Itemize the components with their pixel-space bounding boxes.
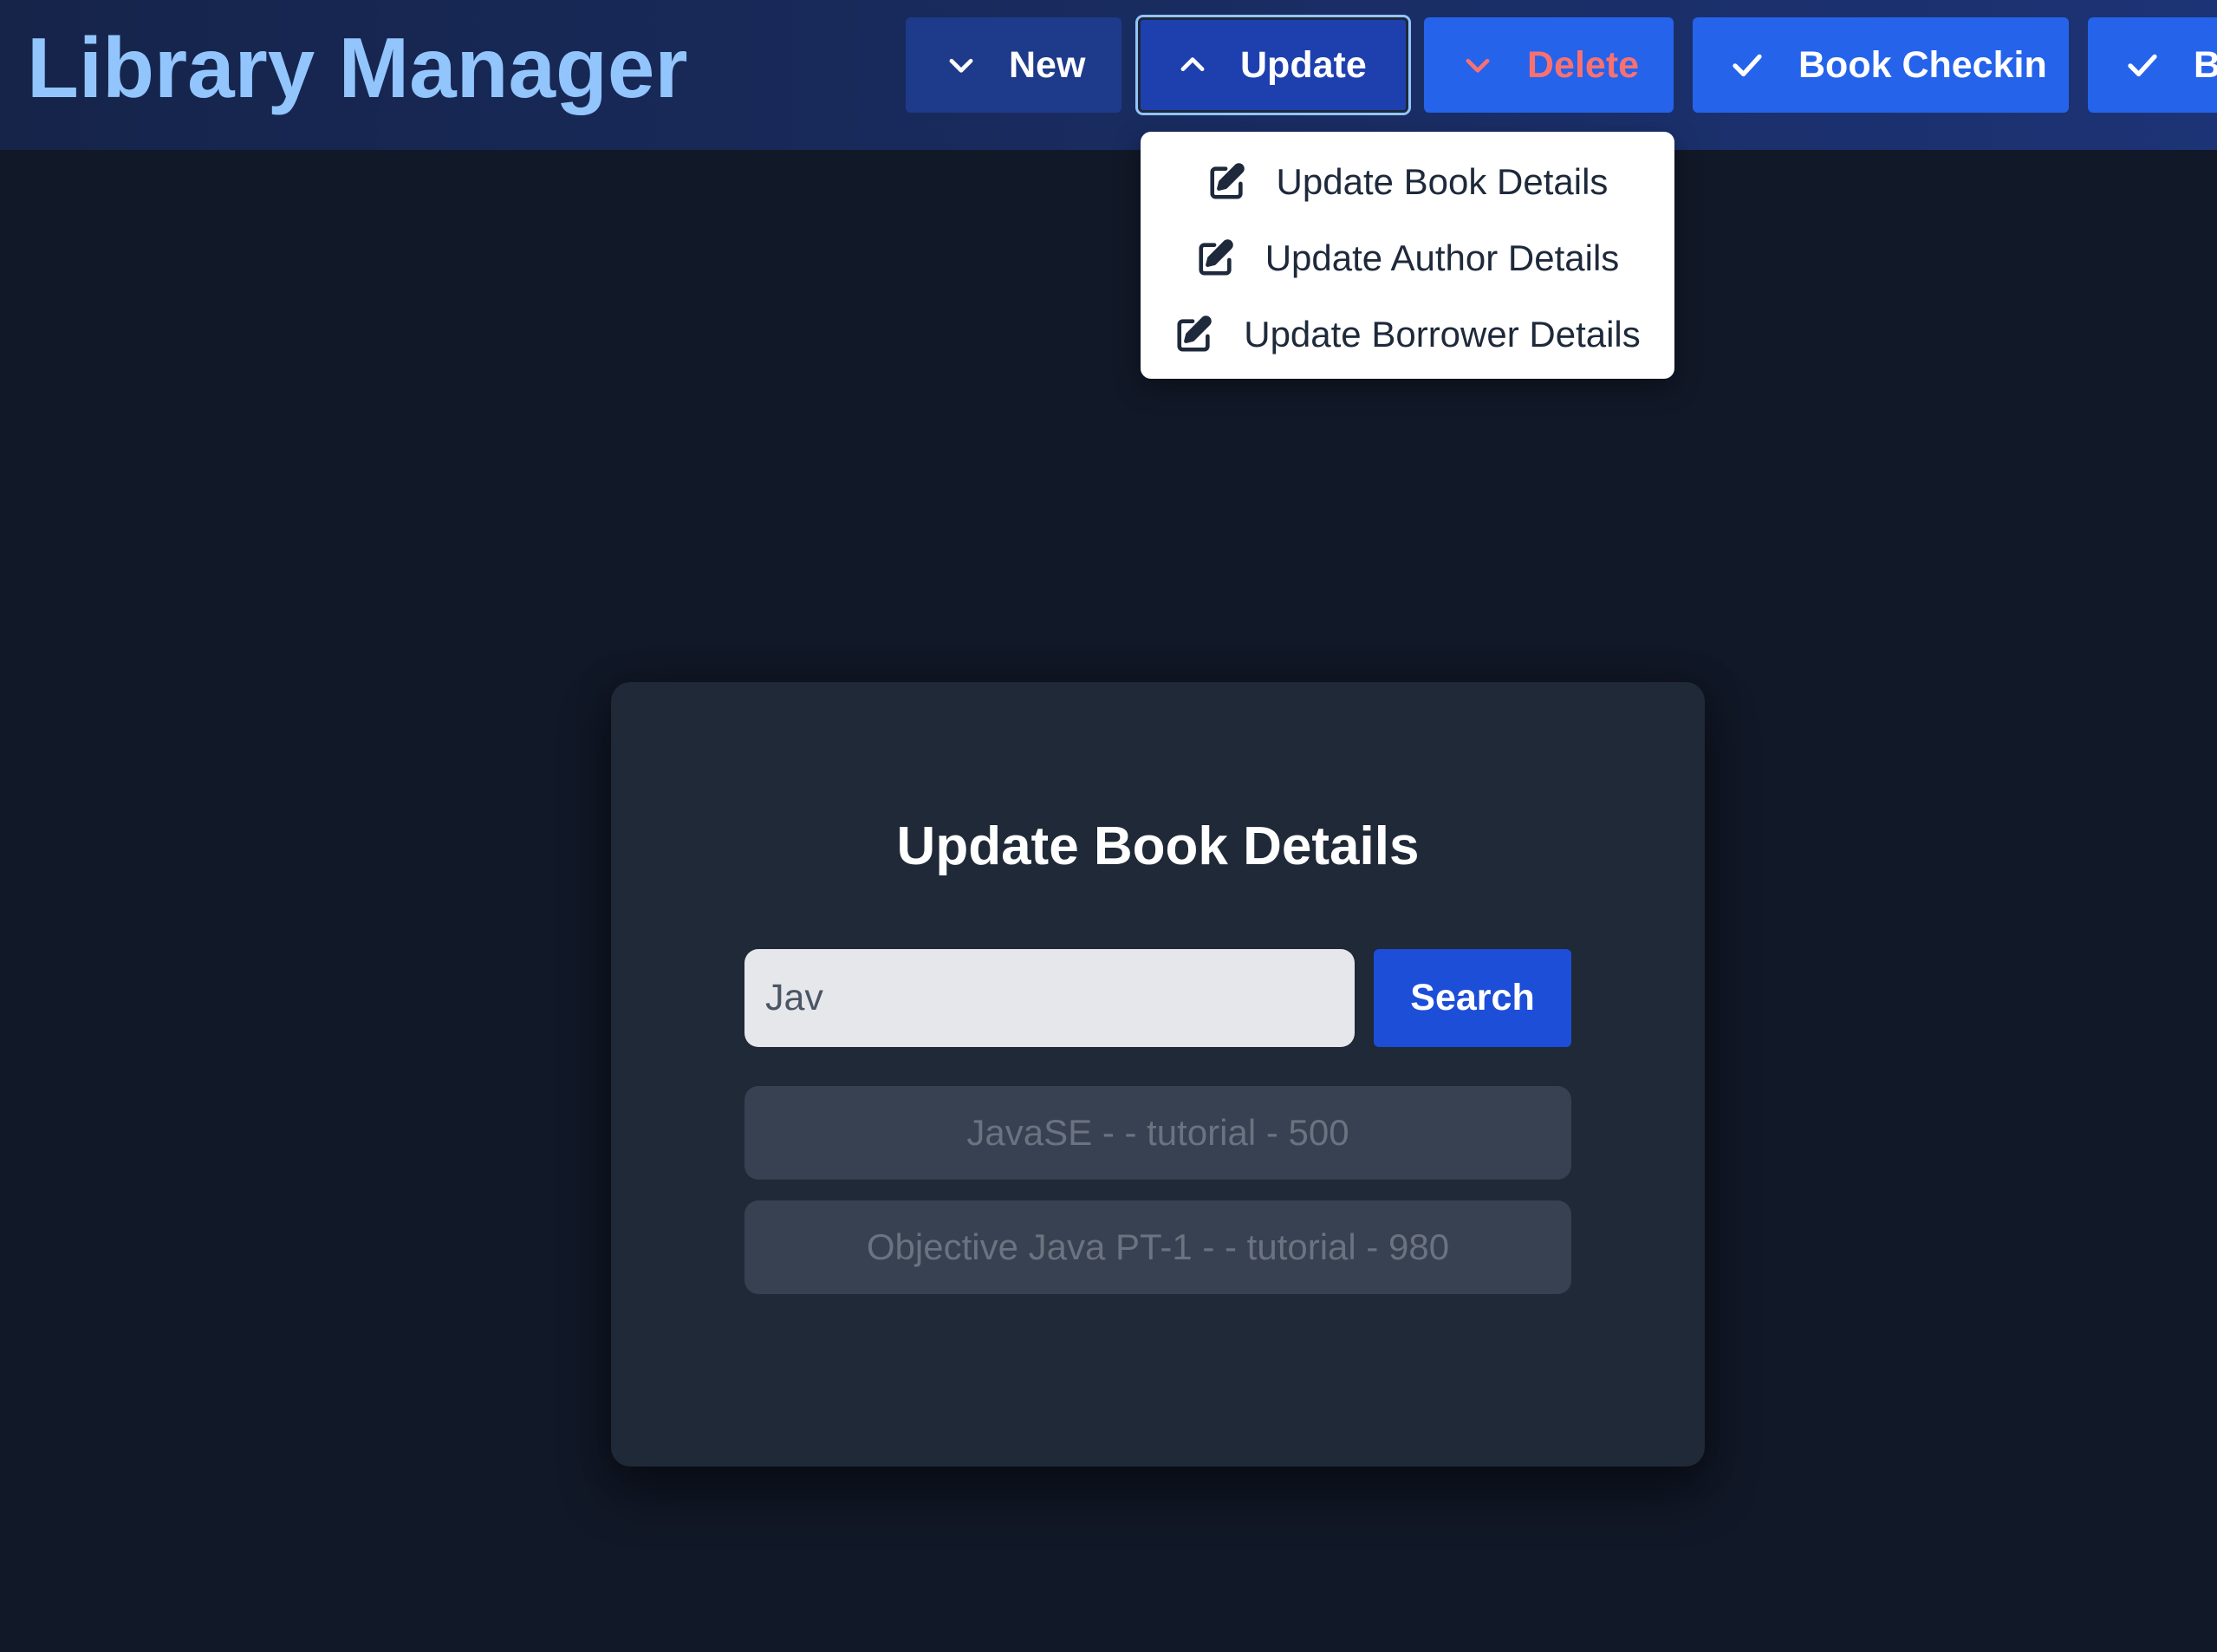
app-title: Library Manager (27, 20, 688, 115)
search-input[interactable] (744, 949, 1355, 1047)
edit-icon (1177, 315, 1212, 352)
edit-icon (1209, 163, 1245, 199)
new-menu-label: New (1009, 43, 1086, 86)
chevron-down-icon (1466, 58, 1490, 73)
menu-item-update-borrower-details[interactable]: Update Borrower Details (1141, 296, 1674, 373)
book-checkout-button[interactable]: Bo (2088, 17, 2217, 113)
delete-menu-label: Delete (1527, 43, 1640, 86)
edit-icon (1199, 239, 1233, 276)
new-menu-button[interactable]: New (906, 17, 1122, 113)
top-navbar: Library Manager New Update Delete Book C… (0, 0, 2217, 150)
menu-item-label: Update Book Details (1276, 161, 1609, 202)
check-icon (1733, 54, 1762, 77)
book-checkin-button[interactable]: Book Checkin (1693, 17, 2069, 113)
chevron-up-icon (1180, 57, 1205, 72)
menu-item-update-author-details[interactable]: Update Author Details (1141, 220, 1674, 296)
search-button[interactable]: Search (1374, 949, 1571, 1047)
update-dropdown-menu: Update Book Details Update Author Detail… (1141, 132, 1674, 379)
update-menu-label: Update (1240, 43, 1367, 86)
book-checkin-label: Book Checkin (1798, 43, 2047, 86)
search-result-item[interactable]: JavaSE - - tutorial - 500 (744, 1086, 1571, 1180)
update-book-card: Update Book Details Search JavaSE - - tu… (611, 682, 1705, 1467)
menu-item-label: Update Author Details (1265, 237, 1620, 278)
search-result-item[interactable]: Objective Java PT-1 - - tutorial - 980 (744, 1200, 1571, 1294)
menu-item-label: Update Borrower Details (1244, 314, 1641, 354)
page-title: Update Book Details (896, 816, 1420, 876)
update-menu-button[interactable]: Update (1138, 17, 1408, 113)
check-icon (2128, 54, 2157, 77)
book-checkout-label: Bo (2194, 43, 2217, 86)
chevron-down-icon (949, 58, 973, 73)
delete-menu-button[interactable]: Delete (1424, 17, 1674, 113)
menu-item-update-book-details[interactable]: Update Book Details (1141, 144, 1674, 220)
